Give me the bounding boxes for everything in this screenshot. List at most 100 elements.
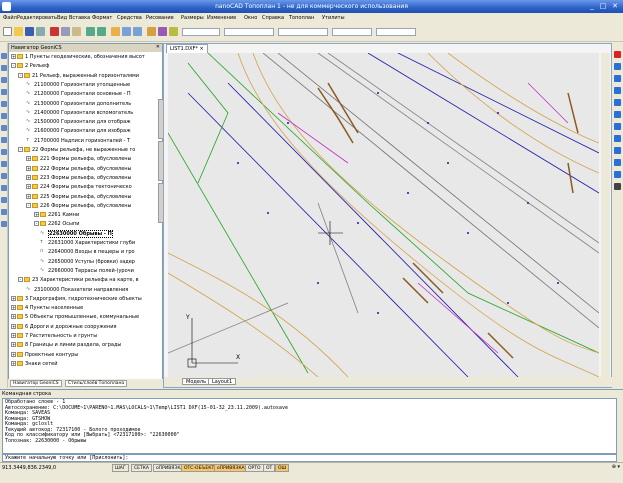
menu-insert[interactable]: Вставка xyxy=(69,15,90,21)
tree-node[interactable]: ∿ 22660000 Террасы полей-(урочи xyxy=(40,267,134,275)
horizontal-scrollbar[interactable]: Модель Layout1 xyxy=(164,377,612,387)
menu-utilities[interactable]: Утилиты xyxy=(322,15,345,21)
grid-toggle[interactable]: СЕТКА xyxy=(131,464,153,472)
tree-node[interactable]: ∿ 22630000 Обрывы - П xyxy=(40,229,113,238)
lineweight-combo[interactable] xyxy=(332,28,372,36)
menu-edit[interactable]: Редактировать xyxy=(17,15,57,21)
tree-node[interactable]: ∿ 21100000 Горизонтали утолщенные xyxy=(26,81,130,89)
expand-icon[interactable]: + xyxy=(11,342,16,348)
tree-node[interactable]: ∿ 22650000 Уступы (бровки) задер xyxy=(40,258,135,266)
tree-node[interactable]: ∿ 21500000 Горизонтали для отображ xyxy=(26,119,131,126)
tree-node[interactable]: +8 Границы и линии раздела, ограды xyxy=(11,342,121,349)
menu-window[interactable]: Окно xyxy=(244,15,257,21)
region-tool-icon[interactable] xyxy=(1,209,7,215)
point-tool-icon[interactable] xyxy=(1,173,7,179)
tree-node[interactable]: - 22 Формы рельефа, не выраженные го xyxy=(18,147,135,154)
maximize-button[interactable]: □ xyxy=(598,2,608,11)
plotstyle-combo[interactable] xyxy=(376,28,416,36)
panel-close-button[interactable]: ✕ xyxy=(156,44,160,50)
menu-view[interactable]: Вид xyxy=(57,15,67,21)
array-icon[interactable] xyxy=(614,99,621,106)
tree-node[interactable]: - 2 Рельеф xyxy=(11,63,49,70)
print-icon[interactable] xyxy=(36,27,45,36)
zoom-icon[interactable] xyxy=(122,27,131,36)
menu-topoplan[interactable]: Топоплан xyxy=(289,15,314,21)
snap-toggle[interactable]: ШАГ xyxy=(112,464,129,472)
status-tray[interactable]: ⊕ ▾ xyxy=(612,464,620,470)
polyline-tool-icon[interactable] xyxy=(1,65,7,71)
copy-object-icon[interactable] xyxy=(614,63,621,70)
tree-node[interactable]: +3 Гидрография, гидротехнические объекты xyxy=(11,295,142,303)
tree-node[interactable]: + Знаки сетей xyxy=(11,360,57,368)
menu-dimensions[interactable]: Размеры xyxy=(181,15,204,21)
rectangle-tool-icon[interactable] xyxy=(1,101,7,107)
color-combo[interactable] xyxy=(224,28,274,36)
expand-icon[interactable]: + xyxy=(11,295,16,301)
tree-node[interactable]: ∿ 21400000 Горизонтали вспомогатель xyxy=(26,109,133,117)
tree-node[interactable]: - 21 Рельеф, выраженный горизонталями xyxy=(18,72,139,80)
collapse-icon[interactable]: - xyxy=(34,221,39,227)
tree-node[interactable]: ∩ 22640000 Входы в пещеры и гро xyxy=(40,249,135,256)
tab-geonics-navigator[interactable]: Навигатор GeoniCS xyxy=(10,380,62,387)
menu-file[interactable]: Файл xyxy=(3,15,17,21)
expand-icon[interactable]: + xyxy=(11,333,16,338)
menu-modify[interactable]: Изменение xyxy=(207,15,236,21)
tab-layout1[interactable]: Layout1 xyxy=(208,378,237,385)
copy-icon[interactable] xyxy=(61,27,70,36)
collapse-icon[interactable]: - xyxy=(18,147,23,152)
expand-icon[interactable]: + xyxy=(26,165,31,171)
tree-node[interactable]: +2261 Камни xyxy=(34,212,79,219)
expand-icon[interactable]: + xyxy=(34,212,39,218)
lw-toggle[interactable]: ОШ xyxy=(275,464,290,472)
circle-tool-icon[interactable] xyxy=(1,89,7,95)
open-icon[interactable] xyxy=(14,27,23,36)
expand-icon[interactable]: + xyxy=(26,184,31,190)
tab-model[interactable]: Модель xyxy=(182,378,211,385)
text-tool-icon[interactable] xyxy=(1,161,7,167)
tree-node[interactable]: т 22631000 Характеристики глуби xyxy=(40,240,135,247)
undo-icon[interactable] xyxy=(86,27,95,36)
tree-node[interactable]: +224 Формы рельефа тектоническо xyxy=(26,184,132,191)
hatch-tool-icon[interactable] xyxy=(1,149,7,155)
otrack-toggle[interactable]: ОТС-ОБЪЕКТ xyxy=(181,464,218,472)
command-input[interactable]: Укажите начальную точку или [Прислонить]… xyxy=(2,454,617,462)
tree-node[interactable]: +223 Формы рельефа, обусловлены xyxy=(26,174,132,182)
menu-draw[interactable]: Рисование xyxy=(146,15,174,21)
expand-icon[interactable]: + xyxy=(26,174,31,180)
tree-node[interactable]: - 226 Формы рельефа, обусловлены xyxy=(26,202,132,210)
tab-topoplan-styles[interactable]: Стиль/слоёв Топоплана xyxy=(65,380,128,387)
expand-icon[interactable]: + xyxy=(26,156,31,162)
expand-icon[interactable]: + xyxy=(26,193,31,199)
tree-node[interactable]: - 23 Характеристики рельефа на карте, в xyxy=(18,277,139,284)
extend-icon[interactable] xyxy=(614,171,621,178)
stretch-icon[interactable] xyxy=(614,147,621,154)
collapse-icon[interactable]: - xyxy=(11,63,16,69)
cut-icon[interactable] xyxy=(50,27,59,36)
arc-tool-icon[interactable] xyxy=(1,77,7,83)
menu-format[interactable]: Формат xyxy=(92,15,112,21)
redo-icon[interactable] xyxy=(97,27,106,36)
tree-node[interactable]: +1 Пункты геодезические, обозначения выс… xyxy=(11,54,145,61)
erase-icon[interactable] xyxy=(614,51,621,58)
tree-node[interactable]: + Проектные контуры xyxy=(11,351,78,359)
block-icon[interactable] xyxy=(169,27,178,36)
offset-icon[interactable] xyxy=(614,87,621,94)
expand-icon[interactable]: + xyxy=(11,351,16,357)
close-button[interactable]: ✕ xyxy=(610,2,620,11)
tree-node[interactable]: ∿ 21200000 Горизонтали основные - П xyxy=(26,91,131,98)
minimize-button[interactable]: _ xyxy=(587,2,597,11)
tree-node[interactable]: т 21700000 Надписи горизонталей - Т xyxy=(26,137,130,145)
document-tab-close[interactable]: × xyxy=(200,46,204,52)
expand-icon[interactable]: + xyxy=(11,305,16,311)
tree-node[interactable]: +221 Формы рельефа, обусловлены xyxy=(26,156,132,163)
ellipse-tool-icon[interactable] xyxy=(1,137,7,143)
ortho-toggle[interactable]: ОРТО xyxy=(245,464,264,472)
collapse-icon[interactable]: - xyxy=(18,72,23,78)
zoom-window-icon[interactable] xyxy=(133,27,142,36)
expand-icon[interactable]: + xyxy=(11,54,16,59)
properties-icon[interactable] xyxy=(147,27,156,36)
tree-node[interactable]: +225 Формы рельефа, обусловлены xyxy=(26,193,132,201)
tree-node[interactable]: - 2262 Осыпи xyxy=(34,221,79,228)
tree-node[interactable]: +6 Дороги и дорожные сооружения xyxy=(11,323,117,331)
tree-node[interactable]: +5 Объекты промышленные, коммунальные xyxy=(11,314,139,321)
